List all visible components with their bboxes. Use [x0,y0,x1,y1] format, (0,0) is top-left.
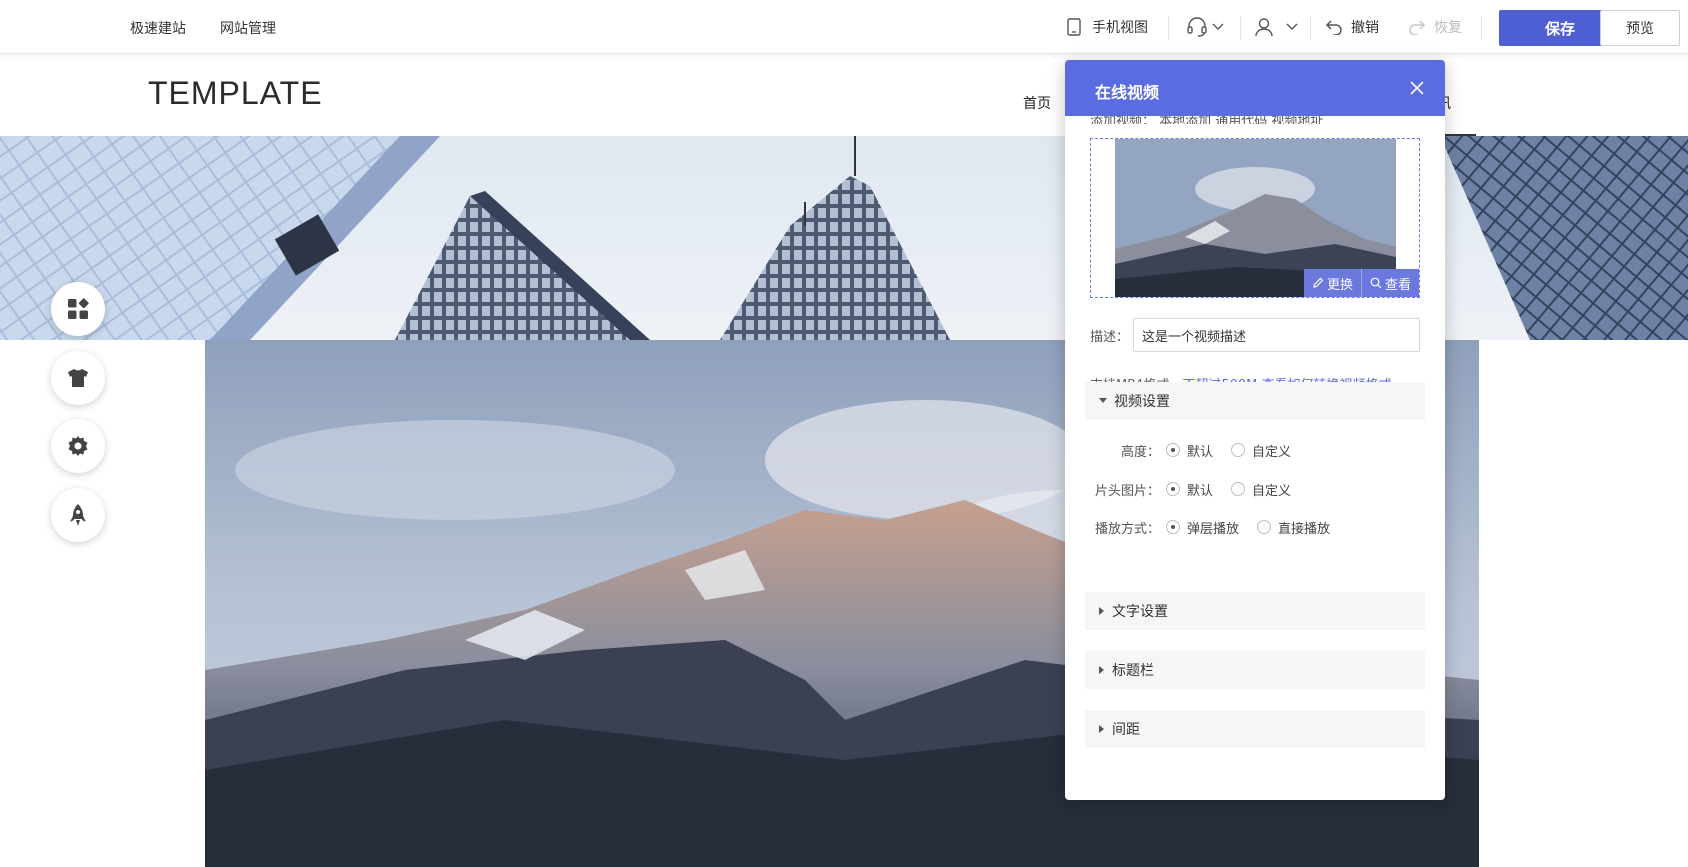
tablet-icon [1067,18,1081,36]
undo-icon [1325,20,1342,35]
toolbar-divider [1168,16,1169,40]
site-logo: TEMPLATE [148,75,323,111]
section-text-settings[interactable]: 文字设置 [1085,592,1425,630]
gear-icon [68,436,88,456]
play-mode-label: 播放方式： [1094,521,1160,537]
radio-checked-icon [1166,520,1180,534]
height-default-label: 默认 [1187,444,1214,460]
section-text-settings-label: 文字设置 [1112,604,1168,620]
height-default-radio[interactable]: 默认 [1166,441,1213,460]
chevron-down-icon [1212,23,1224,30]
support-menu[interactable] [1186,0,1224,54]
nav-fast-build[interactable]: 极速建站 [130,18,186,38]
undo-label: 撤销 [1351,20,1379,36]
radio-checked-icon [1166,482,1180,496]
view-label: 查看 [1384,277,1411,293]
panel-header: 在线视频 [1065,60,1445,116]
toolbar-divider [1481,16,1482,40]
components-icon [68,298,89,319]
panel-title: 在线视频 [1095,83,1160,102]
section-video-settings-label: 视频设置 [1114,394,1170,410]
section-spacing[interactable]: 间距 [1085,710,1425,748]
section-video-settings[interactable]: 视频设置 [1085,382,1425,420]
online-video-panel: 添加视频： 本地添加 通用代码 视频地址 在线视频 更换 查看 描述： 这是一个… [1065,60,1445,800]
preview-button[interactable]: 预览 [1600,10,1680,46]
cover-label: 片头图片： [1094,483,1160,499]
height-custom-radio[interactable]: 自定义 [1231,441,1291,460]
close-icon[interactable] [1409,80,1425,96]
nav-site-manage[interactable]: 网站管理 [220,18,276,38]
caret-right-icon [1099,666,1105,674]
radio-unchecked-icon [1257,520,1272,534]
height-option-row: 高度： 默认 自定义 [1085,440,1309,460]
cover-default-radio[interactable]: 默认 [1166,480,1213,499]
shirt-icon [68,369,88,387]
section-title-bar-label: 标题栏 [1112,663,1154,679]
radio-checked-icon [1166,443,1180,457]
caret-right-icon [1099,725,1105,733]
chevron-down-icon [1286,23,1298,30]
caret-right-icon [1099,607,1105,615]
cover-option-row: 片头图片： 默认 自定义 [1085,479,1309,499]
site-nav-home[interactable]: 首页 [1023,93,1051,113]
play-mode-option-row: 播放方式： 弹层播放 直接播放 [1085,517,1348,537]
theme-button[interactable] [51,351,105,405]
headset-icon [1187,17,1207,37]
undo-button[interactable]: 撤销 [1325,0,1379,54]
height-label: 高度： [1120,444,1160,460]
user-icon [1255,18,1273,37]
view-video-button[interactable]: 查看 [1360,269,1419,297]
description-input[interactable] [1133,318,1420,352]
section-spacing-label: 间距 [1112,722,1140,738]
search-icon [1370,277,1382,289]
settings-button[interactable] [51,419,105,473]
cover-default-label: 默认 [1187,483,1214,499]
radio-unchecked-icon [1231,482,1246,496]
pencil-icon [1313,277,1324,288]
cover-custom-radio[interactable]: 自定义 [1231,480,1291,499]
section-title-bar[interactable]: 标题栏 [1085,651,1425,689]
cover-custom-label: 自定义 [1252,483,1292,499]
replace-video-button[interactable]: 更换 [1304,269,1361,297]
caret-down-icon [1099,398,1107,404]
top-toolbar: 极速建站 网站管理 手机视图 撤销 恢复 保存 预览 [0,0,1688,54]
video-thumbnail-box: 更换 查看 [1090,138,1420,298]
redo-button[interactable]: 恢复 [1408,0,1462,54]
play-direct-label: 直接播放 [1278,521,1331,537]
mobile-view-label: 手机视图 [1092,20,1148,36]
rocket-icon [70,504,86,526]
replace-label: 更换 [1326,277,1353,293]
play-direct-radio[interactable]: 直接播放 [1257,518,1330,537]
toolbar-divider [1240,16,1241,40]
publish-button[interactable] [51,488,105,542]
play-popup-label: 弹层播放 [1187,521,1240,537]
radio-unchecked-icon [1231,443,1246,457]
redo-icon [1409,20,1426,35]
toolbar-divider [1310,16,1311,40]
redo-label: 恢复 [1434,20,1462,36]
mobile-view-button[interactable]: 手机视图 [1066,0,1148,54]
height-custom-label: 自定义 [1252,444,1292,460]
description-label: 描述： [1090,330,1130,345]
play-popup-radio[interactable]: 弹层播放 [1166,518,1239,537]
thumbnail-actions: 更换 查看 [1303,269,1419,297]
add-component-button[interactable] [51,282,105,336]
user-menu[interactable] [1254,0,1298,54]
